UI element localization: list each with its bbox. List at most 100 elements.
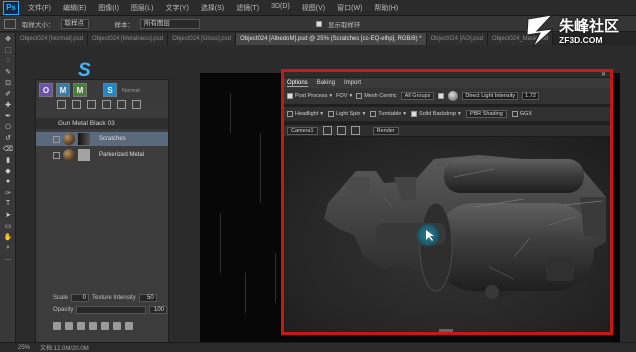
sample-size-select[interactable]: 取样点: [60, 18, 89, 29]
zoom-tool-icon[interactable]: ⌕: [0, 242, 16, 253]
show-ring-checkbox[interactable]: [316, 20, 322, 27]
eraser-tool-icon[interactable]: ⌫: [0, 143, 16, 154]
material-icon[interactable]: [53, 322, 61, 330]
substance-button-m1[interactable]: M: [56, 83, 70, 97]
close-icon[interactable]: ✕: [601, 72, 606, 78]
environment-sphere-icon[interactable]: [448, 91, 459, 101]
camera-copy-icon[interactable]: [336, 126, 346, 135]
headlight-checkbox[interactable]: [287, 111, 293, 117]
material-name[interactable]: Gun Metal Black 03: [36, 118, 168, 129]
menu-item[interactable]: 窗口(W): [331, 3, 368, 13]
path-select-tool-icon[interactable]: ➤: [0, 209, 16, 220]
opacity-slider[interactable]: [76, 306, 146, 314]
solid-backdrop-toggle[interactable]: Solid Backdrop ▾: [411, 111, 461, 117]
post-process-checkbox[interactable]: [287, 93, 293, 99]
camera-add-icon[interactable]: [322, 126, 332, 135]
substance-add-icon[interactable]: [57, 99, 66, 109]
light-mode-select[interactable]: Direct Light Intensity: [462, 92, 519, 100]
marquee-tool-icon[interactable]: ⬚: [0, 44, 16, 55]
menu-item[interactable]: 视图(V): [296, 3, 331, 13]
document-tab[interactable]: Object024 [Gloss].psd: [168, 33, 237, 45]
viewer-resize-grip[interactable]: [439, 329, 453, 332]
apply-icon[interactable]: [77, 322, 85, 330]
param-texture-intensity-value[interactable]: 50: [138, 294, 157, 302]
3d-viewport[interactable]: [284, 137, 610, 332]
menu-item[interactable]: 文件(F): [22, 3, 57, 13]
render-button[interactable]: Render: [372, 126, 399, 135]
camera-delete-icon[interactable]: [350, 126, 360, 135]
crop-tool-icon[interactable]: ⊡: [0, 77, 16, 88]
substance-folder-icon[interactable]: [117, 99, 126, 109]
sample-select[interactable]: 所有图层: [140, 18, 200, 29]
new-layer-icon[interactable]: [113, 322, 121, 330]
solid-backdrop-checkbox[interactable]: [411, 111, 418, 117]
document-tab[interactable]: Object024 [Normal].psd: [16, 33, 89, 45]
type-tool-icon[interactable]: T: [0, 198, 16, 209]
substance-button-m2[interactable]: M: [73, 83, 87, 97]
camera-select[interactable]: Camera1: [287, 126, 318, 135]
trash-icon[interactable]: [125, 322, 133, 330]
substance-duplicate-icon[interactable]: [72, 99, 81, 109]
zoom-level[interactable]: 25%: [18, 345, 30, 351]
hand-tool-icon[interactable]: ✋: [0, 231, 16, 242]
clone-tool-icon[interactable]: ⎔: [0, 121, 16, 132]
history-brush-tool-icon[interactable]: ↺: [0, 132, 16, 143]
shading-select[interactable]: PBR Shading: [465, 110, 507, 118]
ggx-checkbox[interactable]: [511, 111, 518, 117]
light-checkbox[interactable]: [438, 93, 445, 99]
menu-item[interactable]: 图层(L): [125, 3, 160, 13]
quick-select-tool-icon[interactable]: ✎: [0, 66, 16, 77]
light-spin-checkbox[interactable]: [328, 111, 335, 117]
light-spin-toggle[interactable]: Light Spin ▾: [328, 111, 365, 117]
groups-select[interactable]: All Groups: [400, 92, 435, 100]
turntable-toggle[interactable]: Turntable ▾: [370, 111, 406, 117]
tab-import[interactable]: Import: [344, 80, 361, 86]
eyedropper-options-icon[interactable]: [4, 18, 16, 29]
ggx-toggle[interactable]: GGX: [511, 111, 532, 117]
headlight-toggle[interactable]: Headlight ▾: [287, 111, 323, 117]
substance-refresh-icon[interactable]: [102, 99, 111, 109]
turntable-checkbox[interactable]: [370, 111, 377, 117]
viewer-titlebar[interactable]: ✕: [284, 72, 610, 78]
eyedropper-tool-icon[interactable]: ✐: [0, 88, 16, 99]
mesh-centric-toggle[interactable]: Mesh Centric: [356, 93, 397, 99]
gradient-tool-icon[interactable]: ▮: [0, 154, 16, 165]
param-opacity-value[interactable]: 100: [149, 306, 167, 314]
document-tab[interactable]: Object024 [Metalness].psd: [88, 33, 169, 45]
substance-layer-row[interactable]: Scratches: [36, 132, 168, 146]
fov-toggle[interactable]: FOV ▾: [336, 93, 352, 99]
more-tools-icon[interactable]: …: [0, 253, 16, 264]
substance-button-o[interactable]: O: [39, 83, 53, 97]
mask-icon[interactable]: [89, 322, 97, 330]
pen-tool-icon[interactable]: ✑: [0, 187, 16, 198]
menu-item[interactable]: 编辑(E): [57, 3, 92, 13]
document-tab[interactable]: Object024 [AlbedoM].psd @ 25% (Scratches…: [236, 33, 427, 45]
dodge-tool-icon[interactable]: ●: [0, 176, 16, 187]
healing-tool-icon[interactable]: ✚: [0, 99, 16, 110]
menu-item[interactable]: 3D(D): [265, 3, 296, 13]
tab-options[interactable]: Options: [287, 80, 308, 87]
light-toggle[interactable]: [438, 93, 445, 99]
menu-item[interactable]: 选择(S): [195, 3, 230, 13]
mesh-centric-checkbox[interactable]: [356, 93, 363, 99]
gun-part-3d-model[interactable]: [284, 137, 610, 332]
substance-settings-icon[interactable]: [132, 99, 141, 109]
substance-link-icon[interactable]: [87, 99, 96, 109]
visibility-icon[interactable]: [53, 151, 60, 159]
tab-baking[interactable]: Baking: [317, 80, 335, 86]
menu-item[interactable]: 图像(I): [92, 3, 125, 13]
shape-tool-icon[interactable]: ▭: [0, 220, 16, 231]
menu-item[interactable]: 帮助(H): [368, 3, 404, 13]
sphere-icon[interactable]: [65, 322, 73, 330]
substance-layer-row[interactable]: Parkerized Metal: [36, 148, 168, 162]
menu-item[interactable]: 滤镜(T): [230, 3, 265, 13]
lasso-tool-icon[interactable]: ◌: [0, 55, 16, 66]
document-tab[interactable]: Object024 [AO].psd: [426, 33, 488, 45]
substance-button-s[interactable]: S: [103, 83, 117, 97]
visibility-icon[interactable]: [53, 135, 60, 143]
move-tool-icon[interactable]: ✥: [0, 33, 16, 44]
menu-item[interactable]: 文字(Y): [159, 3, 194, 13]
group-icon[interactable]: [101, 322, 109, 330]
blur-tool-icon[interactable]: ◆: [0, 165, 16, 176]
param-scale-value[interactable]: 0: [71, 294, 90, 302]
